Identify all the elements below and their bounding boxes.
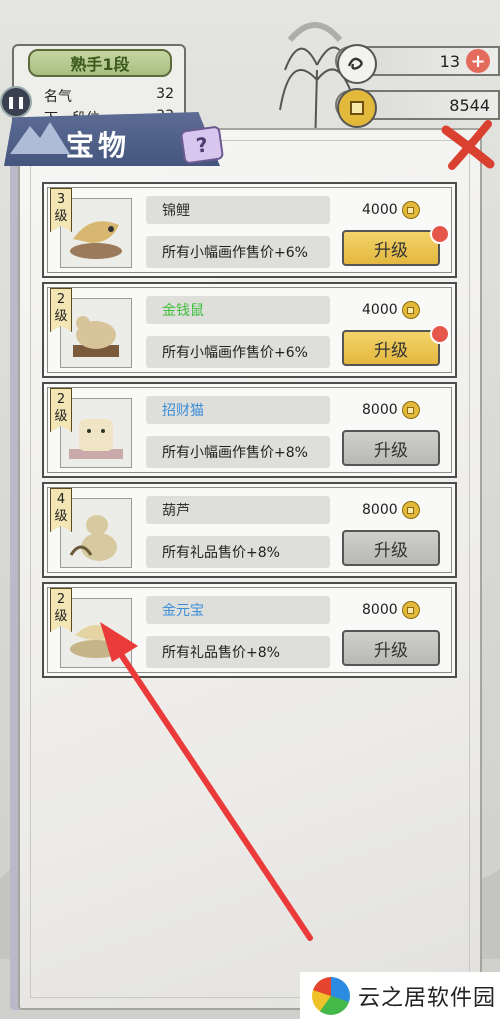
level-unit: 级 bbox=[54, 409, 68, 424]
cost-value: 8000 bbox=[362, 602, 398, 618]
add-currency1-button[interactable]: + bbox=[466, 49, 490, 73]
pause-icon: ❚❚ bbox=[5, 95, 27, 109]
notification-dot bbox=[430, 224, 450, 244]
level-unit: 级 bbox=[54, 209, 68, 224]
currency-coin-counter: 8544 bbox=[335, 88, 500, 128]
level-badge: 2 级 bbox=[50, 288, 72, 332]
upgrade-cost: 8000 bbox=[362, 601, 420, 619]
treasure-row: 2 级 金钱鼠 所有小幅画作售价+6% 4000 升级 bbox=[42, 282, 457, 378]
panel-title: 宝物 bbox=[66, 129, 131, 162]
treasure-effect: 所有礼品售价+8% bbox=[146, 636, 330, 668]
treasure-row: 3 级 锦鲤 所有小幅画作售价+6% 4000 升级 bbox=[42, 182, 457, 278]
coin-icon bbox=[401, 501, 420, 519]
treasure-name: 锦鲤 bbox=[146, 196, 330, 224]
treasure-effect: 所有礼品售价+8% bbox=[146, 536, 330, 568]
treasure-row: 2 级 招财猫 所有小幅画作售价+8% 8000 升级 bbox=[42, 382, 457, 478]
coin-icon bbox=[401, 301, 420, 319]
treasure-name: 金钱鼠 bbox=[146, 296, 330, 324]
level-number: 3 bbox=[56, 192, 66, 207]
upgrade-button[interactable]: 升级 bbox=[342, 230, 440, 266]
coin-icon bbox=[401, 401, 420, 419]
coin-icon bbox=[401, 201, 420, 219]
level-number: 2 bbox=[56, 592, 66, 607]
mountain-logo-icon bbox=[10, 122, 70, 154]
level-unit: 级 bbox=[54, 309, 68, 324]
level-badge: 3 级 bbox=[50, 188, 72, 232]
currency-ink-counter: 13 + bbox=[335, 44, 500, 84]
coin-icon bbox=[401, 601, 420, 619]
treasure-name: 招财猫 bbox=[146, 396, 330, 424]
watermark-text: 云之居软件园 bbox=[358, 985, 497, 1011]
level-number: 2 bbox=[56, 392, 66, 407]
watermark: 云之居软件园 bbox=[300, 972, 500, 1019]
fame-row: 名气 32 bbox=[44, 86, 174, 106]
fame-value: 32 bbox=[156, 86, 174, 102]
upgrade-button[interactable]: 升级 bbox=[342, 630, 440, 666]
coin-icon bbox=[337, 88, 377, 128]
ink-swirl-icon bbox=[337, 44, 377, 84]
treasure-list: 3 级 锦鲤 所有小幅画作售价+6% 4000 升级 2 级 金钱鼠 所有小幅画… bbox=[42, 182, 457, 682]
treasure-name: 金元宝 bbox=[146, 596, 330, 624]
rank-title: 熟手1段 bbox=[28, 49, 172, 77]
level-badge: 2 级 bbox=[50, 588, 72, 632]
close-button[interactable] bbox=[440, 118, 496, 174]
upgrade-button[interactable]: 升级 bbox=[342, 330, 440, 366]
treasure-effect: 所有小幅画作售价+8% bbox=[146, 436, 330, 468]
treasure-effect: 所有小幅画作售价+6% bbox=[146, 236, 330, 268]
treasure-name: 葫芦 bbox=[146, 496, 330, 524]
close-icon bbox=[441, 120, 495, 170]
upgrade-button[interactable]: 升级 bbox=[342, 530, 440, 566]
upgrade-button[interactable]: 升级 bbox=[342, 430, 440, 466]
currency2-value: 8544 bbox=[449, 95, 490, 115]
upgrade-cost: 8000 bbox=[362, 501, 420, 519]
cost-value: 4000 bbox=[362, 302, 398, 318]
cost-value: 8000 bbox=[362, 502, 398, 518]
cost-value: 8000 bbox=[362, 402, 398, 418]
level-number: 4 bbox=[56, 492, 66, 507]
notification-dot bbox=[430, 324, 450, 344]
level-unit: 级 bbox=[54, 609, 68, 624]
upgrade-cost: 8000 bbox=[362, 401, 420, 419]
level-number: 2 bbox=[56, 292, 66, 307]
level-badge: 2 级 bbox=[50, 388, 72, 432]
treasure-effect: 所有小幅画作售价+6% bbox=[146, 336, 330, 368]
upgrade-cost: 4000 bbox=[362, 301, 420, 319]
level-unit: 级 bbox=[54, 509, 68, 524]
treasure-row: 2 级 金元宝 所有礼品售价+8% 8000 升级 bbox=[42, 582, 457, 678]
treasure-row: 4 级 葫芦 所有礼品售价+8% 8000 升级 bbox=[42, 482, 457, 578]
site-logo-icon bbox=[312, 976, 350, 1015]
level-badge: 4 级 bbox=[50, 488, 72, 532]
pause-button[interactable]: ❚❚ bbox=[0, 86, 32, 118]
upgrade-cost: 4000 bbox=[362, 201, 420, 219]
cost-value: 4000 bbox=[362, 202, 398, 218]
fame-label: 名气 bbox=[44, 89, 72, 105]
help-button[interactable]: ? bbox=[179, 125, 225, 165]
currency1-value: 13 bbox=[439, 51, 460, 71]
